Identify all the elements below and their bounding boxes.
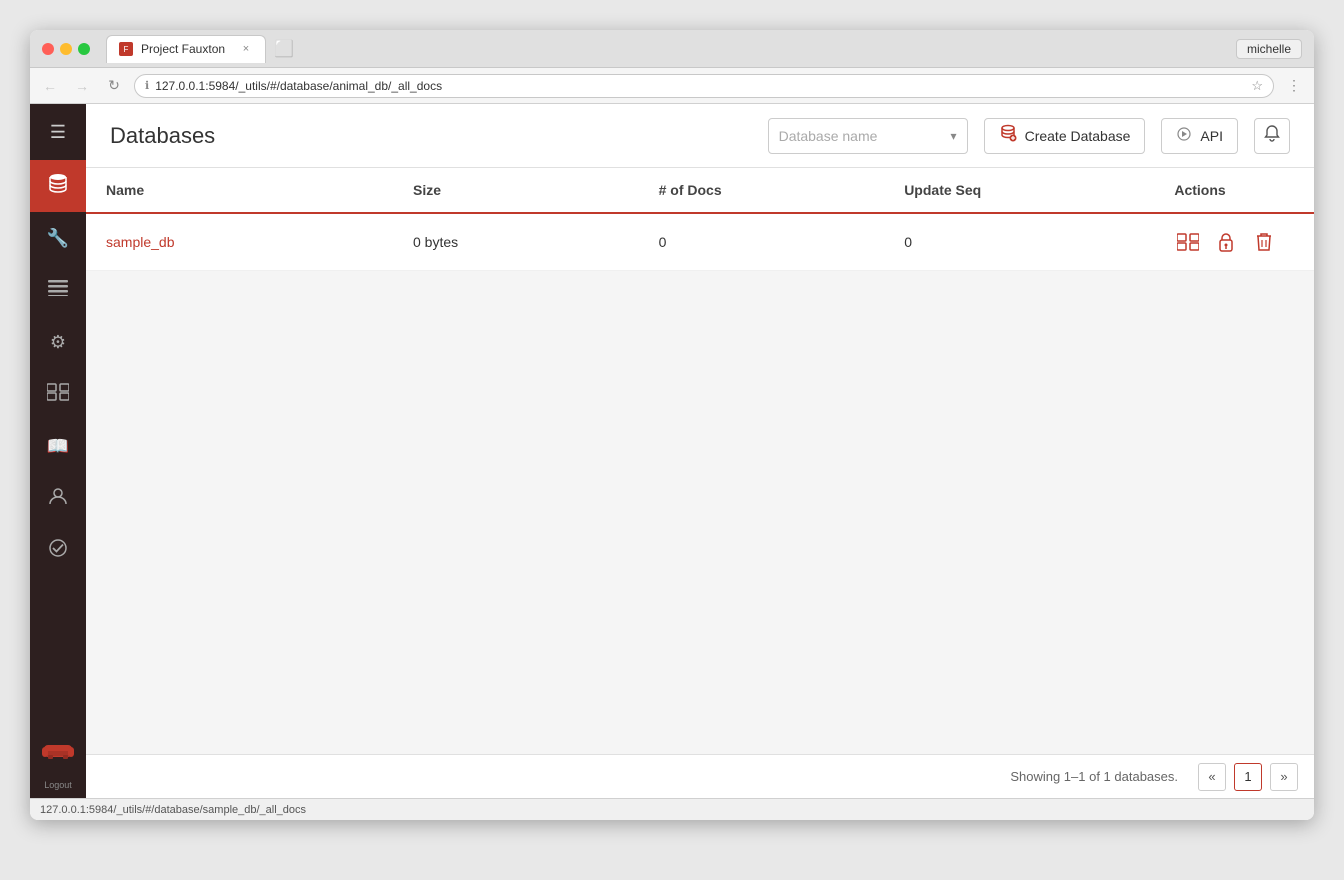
replicate-button[interactable] [1174, 228, 1202, 256]
action-icons [1174, 228, 1294, 256]
table-area: Name Size # of Docs Update Seq Actions s… [86, 168, 1314, 754]
browser-titlebar: F Project Fauxton × ⬜ michelle [30, 30, 1314, 68]
tab-favicon: F [119, 42, 133, 56]
pagination-prev-button[interactable]: « [1198, 763, 1226, 791]
close-button[interactable] [42, 43, 54, 55]
db-name-input-wrapper[interactable]: Database name ▾ [768, 118, 968, 154]
chevron-down-icon: ▾ [951, 129, 957, 143]
sidebar-item-verify[interactable] [30, 524, 86, 576]
create-db-label: Create Database [1025, 128, 1131, 144]
browser-window: F Project Fauxton × ⬜ michelle ← → ↻ ℹ 1… [30, 30, 1314, 820]
api-icon [1176, 126, 1192, 145]
security-button[interactable] [1212, 228, 1240, 256]
create-db-icon [999, 124, 1017, 147]
page-title: Databases [110, 123, 752, 149]
bell-icon [1263, 124, 1281, 147]
pagination-next-button[interactable]: » [1270, 763, 1298, 791]
minimize-button[interactable] [60, 43, 72, 55]
db-name-placeholder: Database name [779, 128, 943, 144]
browser-addressbar: ← → ↻ ℹ 127.0.0.1:5984/_utils/#/database… [30, 68, 1314, 104]
table-header: Name Size # of Docs Update Seq Actions [86, 168, 1314, 213]
reload-button[interactable]: ↻ [102, 74, 126, 98]
delete-button[interactable] [1250, 228, 1278, 256]
replicate-icon [47, 383, 69, 406]
sidebar-item-replication[interactable] [30, 264, 86, 316]
sidebar-item-replicate2[interactable] [30, 368, 86, 420]
sidebar-bottom: Logout [30, 724, 86, 798]
sidebar-item-settings[interactable]: ⚙ [30, 316, 86, 368]
address-bar[interactable]: ℹ 127.0.0.1:5984/_utils/#/database/anima… [134, 74, 1274, 98]
forward-button[interactable]: → [70, 74, 94, 98]
tab-title: Project Fauxton [141, 42, 225, 56]
status-url: 127.0.0.1:5984/_utils/#/database/sample_… [40, 804, 306, 816]
sidebar-item-docs[interactable]: 📖 [30, 420, 86, 472]
col-size: Size [393, 168, 639, 213]
browser-menu-button[interactable]: ⋮ [1282, 74, 1306, 98]
gear-icon: ⚙ [50, 332, 66, 353]
book-icon: 📖 [47, 436, 69, 457]
sidebar-item-databases[interactable] [30, 160, 86, 212]
new-tab-button[interactable]: ⬜ [270, 35, 298, 63]
sidebar-item-user[interactable] [30, 472, 86, 524]
sidebar: ☰ 🔧 [30, 104, 86, 798]
db-docs-cell: 0 [639, 213, 885, 271]
pagination-bar: Showing 1–1 of 1 databases. « 1 » [86, 754, 1314, 798]
db-actions-cell [1154, 213, 1314, 271]
col-update-seq: Update Seq [884, 168, 1154, 213]
sidebar-item-tools[interactable]: 🔧 [30, 212, 86, 264]
top-bar: Databases Database name ▾ [86, 104, 1314, 168]
api-label: API [1200, 128, 1223, 144]
address-url: 127.0.0.1:5984/_utils/#/database/animal_… [155, 79, 1245, 93]
wrench-icon: 🔧 [47, 228, 69, 249]
hamburger-icon: ☰ [50, 122, 66, 143]
create-database-button[interactable]: Create Database [984, 118, 1146, 154]
couch-icon [42, 737, 74, 767]
pagination-info: Showing 1–1 of 1 databases. [1010, 769, 1178, 784]
checkmark-icon [48, 538, 68, 563]
col-docs: # of Docs [639, 168, 885, 213]
db-name-cell: sample_db [86, 213, 393, 271]
browser-tab[interactable]: F Project Fauxton × [106, 35, 266, 63]
list-icon [48, 280, 68, 301]
db-size-cell: 0 bytes [393, 213, 639, 271]
user-chip: michelle [1236, 39, 1302, 59]
back-button[interactable]: ← [38, 74, 62, 98]
tab-area: F Project Fauxton × ⬜ [106, 35, 1228, 63]
user-icon [48, 486, 68, 511]
db-update-seq-cell: 0 [884, 213, 1154, 271]
logout-label: Logout [44, 780, 72, 790]
table-row: sample_db 0 bytes 0 0 [86, 213, 1314, 271]
col-actions: Actions [1154, 168, 1314, 213]
sidebar-menu-button[interactable]: ☰ [30, 104, 86, 160]
database-icon [47, 172, 69, 200]
traffic-lights [42, 43, 90, 55]
status-bar: 127.0.0.1:5984/_utils/#/database/sample_… [30, 798, 1314, 820]
pagination-current-page: 1 [1234, 763, 1262, 791]
maximize-button[interactable] [78, 43, 90, 55]
notifications-button[interactable] [1254, 118, 1290, 154]
databases-table: Name Size # of Docs Update Seq Actions s… [86, 168, 1314, 271]
col-name: Name [86, 168, 393, 213]
main-content: Databases Database name ▾ [86, 104, 1314, 798]
sidebar-couch-button[interactable] [30, 724, 86, 780]
table-header-row: Name Size # of Docs Update Seq Actions [86, 168, 1314, 213]
tab-close-button[interactable]: × [239, 42, 253, 56]
app-container: ☰ 🔧 [30, 104, 1314, 798]
bookmark-icon[interactable]: ☆ [1251, 78, 1263, 94]
address-lock-icon: ℹ [145, 79, 149, 92]
db-name-link[interactable]: sample_db [106, 234, 175, 250]
table-body: sample_db 0 bytes 0 0 [86, 213, 1314, 271]
api-button[interactable]: API [1161, 118, 1238, 154]
